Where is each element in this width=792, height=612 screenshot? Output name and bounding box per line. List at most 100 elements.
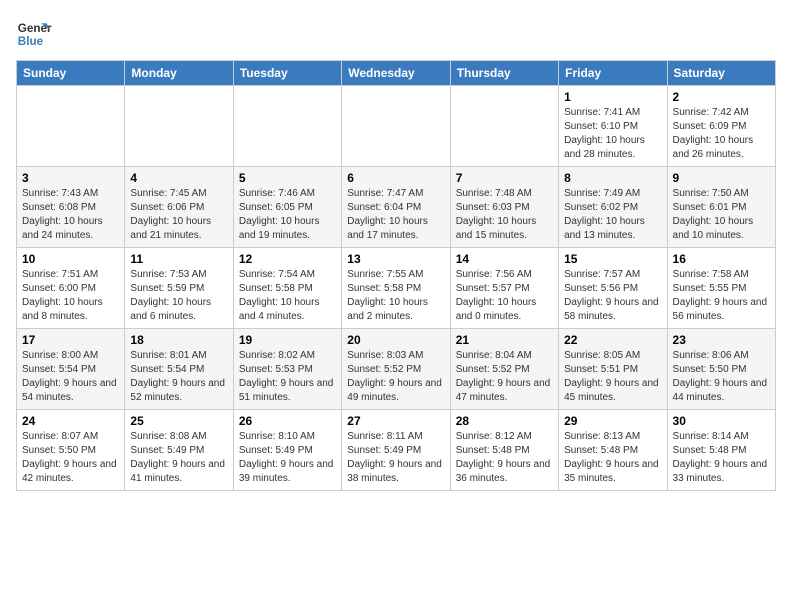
calendar-week-row: 17 Sunrise: 8:00 AM Sunset: 5:54 PM Dayli… bbox=[17, 329, 776, 410]
calendar-cell: 15 Sunrise: 7:57 AM Sunset: 5:56 PM Dayli… bbox=[559, 248, 667, 329]
calendar-cell: 30 Sunrise: 8:14 AM Sunset: 5:48 PM Dayli… bbox=[667, 410, 775, 491]
day-number: 15 bbox=[564, 252, 661, 266]
calendar-cell: 22 Sunrise: 8:05 AM Sunset: 5:51 PM Dayli… bbox=[559, 329, 667, 410]
day-number: 4 bbox=[130, 171, 227, 185]
calendar-cell: 3 Sunrise: 7:43 AM Sunset: 6:08 PM Daylig… bbox=[17, 167, 125, 248]
calendar-cell: 11Sunrise: 7:53 AM Sunset: 5:59 PM Dayli… bbox=[125, 248, 233, 329]
day-info: Sunrise: 8:11 AM Sunset: 5:49 PM Dayligh… bbox=[347, 430, 444, 486]
day-info: Sunrise: 8:01 AM Sunset: 5:54 PM Dayligh… bbox=[130, 349, 227, 405]
day-number: 14 bbox=[456, 252, 553, 266]
day-number: 7 bbox=[456, 171, 553, 185]
day-info: Sunrise: 8:13 AM Sunset: 5:48 PM Dayligh… bbox=[564, 430, 661, 486]
calendar-cell: 5 Sunrise: 7:46 AM Sunset: 6:05 PM Daylig… bbox=[233, 167, 341, 248]
day-number: 27 bbox=[347, 414, 444, 428]
day-info: Sunrise: 7:58 AM Sunset: 5:55 PM Dayligh… bbox=[673, 268, 770, 324]
calendar-cell bbox=[450, 86, 558, 167]
calendar-cell bbox=[342, 86, 450, 167]
calendar-week-row: 1 Sunrise: 7:41 AM Sunset: 6:10 PM Daylig… bbox=[17, 86, 776, 167]
calendar-cell: 24 Sunrise: 8:07 AM Sunset: 5:50 PM Dayli… bbox=[17, 410, 125, 491]
calendar-header-tuesday: Tuesday bbox=[233, 61, 341, 86]
day-info: Sunrise: 7:50 AM Sunset: 6:01 PM Dayligh… bbox=[673, 187, 770, 243]
day-info: Sunrise: 7:46 AM Sunset: 6:05 PM Dayligh… bbox=[239, 187, 336, 243]
day-info: Sunrise: 7:43 AM Sunset: 6:08 PM Dayligh… bbox=[22, 187, 119, 243]
day-number: 1 bbox=[564, 90, 661, 104]
calendar-header-row: SundayMondayTuesdayWednesdayThursdayFrid… bbox=[17, 61, 776, 86]
day-number: 24 bbox=[22, 414, 119, 428]
day-number: 18 bbox=[130, 333, 227, 347]
calendar-week-row: 24 Sunrise: 8:07 AM Sunset: 5:50 PM Dayli… bbox=[17, 410, 776, 491]
day-info: Sunrise: 8:03 AM Sunset: 5:52 PM Dayligh… bbox=[347, 349, 444, 405]
day-info: Sunrise: 7:56 AM Sunset: 5:57 PM Dayligh… bbox=[456, 268, 553, 324]
day-number: 12 bbox=[239, 252, 336, 266]
day-number: 9 bbox=[673, 171, 770, 185]
day-number: 17 bbox=[22, 333, 119, 347]
day-info: Sunrise: 8:00 AM Sunset: 5:54 PM Dayligh… bbox=[22, 349, 119, 405]
day-number: 22 bbox=[564, 333, 661, 347]
calendar-cell: 2 Sunrise: 7:42 AM Sunset: 6:09 PM Daylig… bbox=[667, 86, 775, 167]
calendar-week-row: 10 Sunrise: 7:51 AM Sunset: 6:00 PM Dayli… bbox=[17, 248, 776, 329]
day-info: Sunrise: 7:54 AM Sunset: 5:58 PM Dayligh… bbox=[239, 268, 336, 324]
day-number: 10 bbox=[22, 252, 119, 266]
calendar-header-sunday: Sunday bbox=[17, 61, 125, 86]
day-info: Sunrise: 8:06 AM Sunset: 5:50 PM Dayligh… bbox=[673, 349, 770, 405]
day-number: 19 bbox=[239, 333, 336, 347]
day-info: Sunrise: 8:10 AM Sunset: 5:49 PM Dayligh… bbox=[239, 430, 336, 486]
day-info: Sunrise: 7:42 AM Sunset: 6:09 PM Dayligh… bbox=[673, 106, 770, 162]
day-info: Sunrise: 8:12 AM Sunset: 5:48 PM Dayligh… bbox=[456, 430, 553, 486]
calendar-cell bbox=[17, 86, 125, 167]
calendar-cell: 14 Sunrise: 7:56 AM Sunset: 5:57 PM Dayli… bbox=[450, 248, 558, 329]
calendar-week-row: 3 Sunrise: 7:43 AM Sunset: 6:08 PM Daylig… bbox=[17, 167, 776, 248]
day-info: Sunrise: 7:48 AM Sunset: 6:03 PM Dayligh… bbox=[456, 187, 553, 243]
calendar-cell: 20 Sunrise: 8:03 AM Sunset: 5:52 PM Dayli… bbox=[342, 329, 450, 410]
day-info: Sunrise: 8:05 AM Sunset: 5:51 PM Dayligh… bbox=[564, 349, 661, 405]
calendar-cell: 10 Sunrise: 7:51 AM Sunset: 6:00 PM Dayli… bbox=[17, 248, 125, 329]
calendar-cell: 29 Sunrise: 8:13 AM Sunset: 5:48 PM Dayli… bbox=[559, 410, 667, 491]
day-number: 20 bbox=[347, 333, 444, 347]
day-info: Sunrise: 7:57 AM Sunset: 5:56 PM Dayligh… bbox=[564, 268, 661, 324]
day-number: 3 bbox=[22, 171, 119, 185]
calendar-cell: 19 Sunrise: 8:02 AM Sunset: 5:53 PM Dayli… bbox=[233, 329, 341, 410]
day-info: Sunrise: 7:45 AM Sunset: 6:06 PM Dayligh… bbox=[130, 187, 227, 243]
calendar-cell: 8 Sunrise: 7:49 AM Sunset: 6:02 PM Daylig… bbox=[559, 167, 667, 248]
calendar-cell: 13Sunrise: 7:55 AM Sunset: 5:58 PM Dayli… bbox=[342, 248, 450, 329]
day-info: Sunrise: 7:51 AM Sunset: 6:00 PM Dayligh… bbox=[22, 268, 119, 324]
calendar-cell bbox=[125, 86, 233, 167]
day-number: 30 bbox=[673, 414, 770, 428]
calendar-cell: 6Sunrise: 7:47 AM Sunset: 6:04 PM Daylig… bbox=[342, 167, 450, 248]
logo-icon: General Blue bbox=[16, 16, 52, 52]
day-info: Sunrise: 7:49 AM Sunset: 6:02 PM Dayligh… bbox=[564, 187, 661, 243]
day-number: 8 bbox=[564, 171, 661, 185]
calendar-header-thursday: Thursday bbox=[450, 61, 558, 86]
calendar-cell: 4 Sunrise: 7:45 AM Sunset: 6:06 PM Daylig… bbox=[125, 167, 233, 248]
calendar-table: SundayMondayTuesdayWednesdayThursdayFrid… bbox=[16, 60, 776, 491]
day-info: Sunrise: 8:07 AM Sunset: 5:50 PM Dayligh… bbox=[22, 430, 119, 486]
day-info: Sunrise: 8:08 AM Sunset: 5:49 PM Dayligh… bbox=[130, 430, 227, 486]
calendar-cell: 1 Sunrise: 7:41 AM Sunset: 6:10 PM Daylig… bbox=[559, 86, 667, 167]
day-number: 23 bbox=[673, 333, 770, 347]
day-info: Sunrise: 7:41 AM Sunset: 6:10 PM Dayligh… bbox=[564, 106, 661, 162]
calendar-cell: 16 Sunrise: 7:58 AM Sunset: 5:55 PM Dayli… bbox=[667, 248, 775, 329]
calendar-cell: 17 Sunrise: 8:00 AM Sunset: 5:54 PM Dayli… bbox=[17, 329, 125, 410]
day-number: 16 bbox=[673, 252, 770, 266]
day-number: 11 bbox=[130, 252, 227, 266]
calendar-header-monday: Monday bbox=[125, 61, 233, 86]
day-number: 25 bbox=[130, 414, 227, 428]
day-number: 28 bbox=[456, 414, 553, 428]
calendar-cell: 12 Sunrise: 7:54 AM Sunset: 5:58 PM Dayli… bbox=[233, 248, 341, 329]
day-number: 13 bbox=[347, 252, 444, 266]
day-number: 29 bbox=[564, 414, 661, 428]
calendar-cell: 25 Sunrise: 8:08 AM Sunset: 5:49 PM Dayli… bbox=[125, 410, 233, 491]
calendar-cell: 9 Sunrise: 7:50 AM Sunset: 6:01 PM Daylig… bbox=[667, 167, 775, 248]
calendar-header-friday: Friday bbox=[559, 61, 667, 86]
day-info: Sunrise: 8:14 AM Sunset: 5:48 PM Dayligh… bbox=[673, 430, 770, 486]
day-number: 5 bbox=[239, 171, 336, 185]
day-info: Sunrise: 8:02 AM Sunset: 5:53 PM Dayligh… bbox=[239, 349, 336, 405]
day-info: Sunrise: 8:04 AM Sunset: 5:52 PM Dayligh… bbox=[456, 349, 553, 405]
calendar-header-saturday: Saturday bbox=[667, 61, 775, 86]
day-number: 21 bbox=[456, 333, 553, 347]
day-number: 2 bbox=[673, 90, 770, 104]
day-number: 26 bbox=[239, 414, 336, 428]
logo: General Blue bbox=[16, 16, 52, 52]
calendar-cell: 26 Sunrise: 8:10 AM Sunset: 5:49 PM Dayli… bbox=[233, 410, 341, 491]
calendar-cell bbox=[233, 86, 341, 167]
